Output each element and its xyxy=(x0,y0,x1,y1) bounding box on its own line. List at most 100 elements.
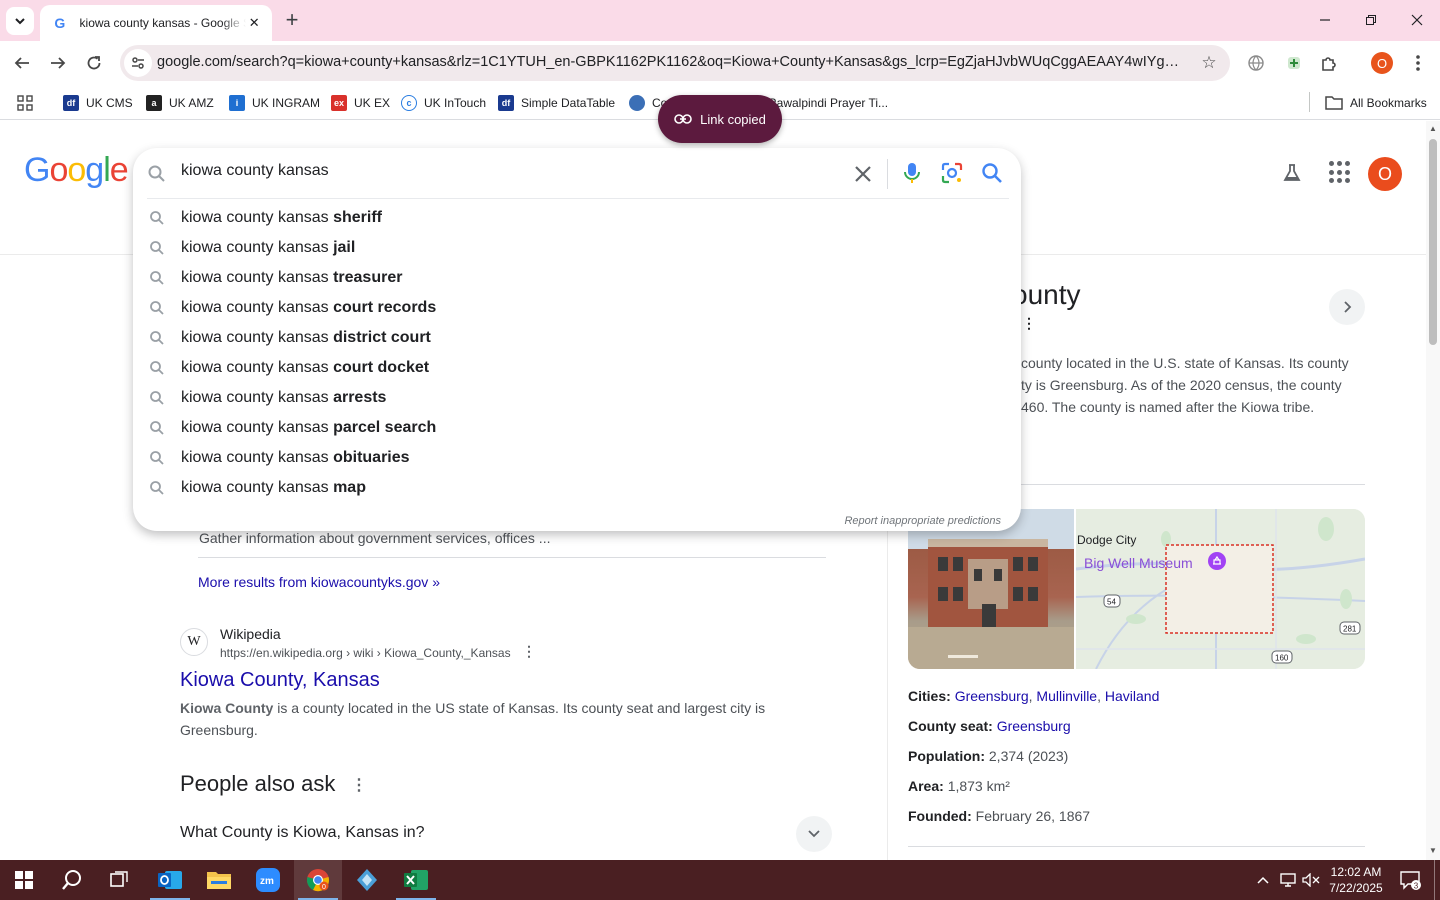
taskbar-excel[interactable] xyxy=(392,860,440,900)
search-input[interactable] xyxy=(181,162,841,180)
county-seat-link[interactable]: Greensburg xyxy=(997,718,1071,734)
translate-globe-icon[interactable] xyxy=(1240,47,1272,79)
column-divider xyxy=(887,509,888,860)
bookmark-rawalpindi-prayer[interactable]: Rawalpindi Prayer Ti... xyxy=(768,92,888,114)
scroll-up-icon[interactable]: ▲ xyxy=(1428,124,1438,134)
more-results-link[interactable]: More results from kiowacountyks.gov » xyxy=(198,574,440,590)
back-button[interactable] xyxy=(6,47,38,79)
city-link-greensburg[interactable]: Greensburg xyxy=(955,688,1029,704)
bookmark-uk-cms[interactable]: df UK CMS xyxy=(63,92,133,114)
page-scrollbar[interactable]: ▲ ▼ xyxy=(1426,121,1440,860)
tab-search-button[interactable] xyxy=(6,7,34,35)
suggestion-item[interactable]: kiowa county kansas court docket xyxy=(133,353,1021,383)
scrollbar-thumb[interactable] xyxy=(1429,139,1437,345)
knowledge-panel-description: county located in the U.S. state of Kans… xyxy=(1021,355,1349,415)
search-submit-icon[interactable] xyxy=(979,160,1005,186)
courthouse-photo[interactable] xyxy=(908,509,1074,669)
more-options-icon[interactable]: ⋮ xyxy=(1022,315,1036,332)
clear-search-icon[interactable] xyxy=(849,160,877,188)
bookmark-simple-datatable[interactable]: df Simple DataTable xyxy=(498,92,615,114)
reload-button[interactable] xyxy=(78,47,110,79)
tab-strip: G kiowa county kansas - Google Search ✕ … xyxy=(0,0,1440,41)
suggestion-item[interactable]: kiowa county kansas map xyxy=(133,473,1021,503)
extension-plus-icon[interactable] xyxy=(1278,47,1310,79)
suggestion-item[interactable]: kiowa county kansas court records xyxy=(133,293,1021,323)
taskbar-chrome[interactable]: 0 xyxy=(294,860,342,900)
more-options-icon[interactable]: ⋮ xyxy=(351,775,367,795)
taskbar-zoom[interactable]: zm xyxy=(244,860,292,900)
bookmark-uk-amz[interactable]: a UK AMZ xyxy=(146,92,214,114)
search-icon xyxy=(150,331,164,345)
bookmark-uk-ex[interactable]: ex UK EX xyxy=(331,92,390,114)
bookmark-uk-ingram[interactable]: i UK INGRAM xyxy=(229,92,320,114)
search-icon xyxy=(148,165,165,182)
report-predictions-link[interactable]: Report inappropriate predictions xyxy=(844,515,1001,527)
close-tab-icon[interactable]: ✕ xyxy=(246,15,262,31)
show-desktop-button[interactable] xyxy=(1434,860,1440,900)
all-bookmarks-folder[interactable]: All Bookmarks xyxy=(1325,92,1427,114)
route-281-label: 281 xyxy=(1343,625,1357,634)
search-labs-icon[interactable] xyxy=(1280,161,1304,185)
taskbar-outlook[interactable] xyxy=(146,860,194,900)
result-site-name[interactable]: Wikipedia xyxy=(220,626,281,642)
city-link-haviland[interactable]: Haviland xyxy=(1105,688,1159,704)
forward-button[interactable] xyxy=(42,47,74,79)
suggestion-item[interactable]: kiowa county kansas district court xyxy=(133,323,1021,353)
close-window-button[interactable] xyxy=(1394,0,1440,40)
result-snippet: Kiowa County is a county located in the … xyxy=(180,700,766,738)
arrow-right-icon xyxy=(51,57,66,69)
task-view-button[interactable] xyxy=(96,860,144,900)
apps-grid-icon[interactable] xyxy=(16,92,34,114)
minimize-button[interactable] xyxy=(1302,0,1348,40)
volume-muted-icon[interactable] xyxy=(1300,860,1322,900)
site-settings-icon[interactable] xyxy=(124,49,152,77)
taskbar-search-button[interactable] xyxy=(48,860,96,900)
chrome-profile-badge: 0 xyxy=(322,884,326,891)
suggestion-item[interactable]: kiowa county kansas obituaries xyxy=(133,443,1021,473)
account-avatar[interactable]: O xyxy=(1368,157,1402,191)
city-link-mullinville[interactable]: Mullinville xyxy=(1036,688,1097,704)
new-tab-button[interactable]: + xyxy=(280,7,304,32)
search-icon xyxy=(150,301,164,315)
knowledge-panel-next-button[interactable] xyxy=(1329,289,1365,325)
start-button[interactable] xyxy=(0,860,48,900)
address-bar[interactable]: google.com/search?q=kiowa+county+kansas&… xyxy=(120,45,1230,81)
tray-overflow-icon[interactable] xyxy=(1252,860,1274,900)
scroll-down-icon[interactable]: ▼ xyxy=(1428,846,1438,856)
knowledge-panel-images: Dodge City Big Well Museum 54 281 160 xyxy=(908,509,1365,669)
taskbar-app-diamond[interactable] xyxy=(343,860,391,900)
suggestion-item[interactable]: kiowa county kansas arrests xyxy=(133,383,1021,413)
google-favicon-icon: G xyxy=(54,15,66,31)
paa-expand-button[interactable] xyxy=(796,816,832,852)
result-url[interactable]: https://en.wikipedia.org › wiki › Kiowa_… xyxy=(220,646,511,660)
tab-active[interactable]: G kiowa county kansas - Google Search ✕ xyxy=(40,5,272,41)
result-more-options-icon[interactable]: ⋮ xyxy=(522,643,536,660)
suggestion-item[interactable]: kiowa county kansas sheriff xyxy=(133,203,1021,233)
paa-question[interactable]: What County is Kiowa, Kansas in? xyxy=(180,824,425,842)
county-map[interactable]: Dodge City Big Well Museum 54 281 160 xyxy=(1075,509,1365,669)
suggestion-item[interactable]: kiowa county kansas parcel search xyxy=(133,413,1021,443)
google-logo[interactable]: Google xyxy=(24,151,129,190)
google-apps-icon[interactable] xyxy=(1329,161,1353,185)
google-lens-icon[interactable] xyxy=(939,160,965,186)
url-text[interactable]: google.com/search?q=kiowa+county+kansas&… xyxy=(157,54,1187,70)
minimize-icon xyxy=(1320,19,1330,21)
taskbar-file-explorer[interactable] xyxy=(195,860,243,900)
suggestion-item[interactable]: kiowa county kansas jail xyxy=(133,233,1021,263)
chevron-right-icon xyxy=(1344,301,1352,313)
bookmark-star-icon[interactable]: ☆ xyxy=(1198,52,1220,74)
suggestion-item[interactable]: kiowa county kansas treasurer xyxy=(133,263,1021,293)
knowledge-panel-title: ounty xyxy=(1012,279,1081,310)
system-clock[interactable]: 12:02 AM 7/22/2025 xyxy=(1322,864,1390,896)
restore-button[interactable] xyxy=(1348,0,1394,40)
chrome-menu-icon[interactable] xyxy=(1402,47,1434,79)
network-icon[interactable] xyxy=(1276,860,1300,900)
notification-center-button[interactable]: 3 xyxy=(1394,860,1426,900)
bookmark-uk-intouch[interactable]: c UK InTouch xyxy=(401,92,486,114)
microphone-icon[interactable] xyxy=(899,160,925,186)
reload-icon xyxy=(87,56,101,70)
profile-avatar[interactable]: O xyxy=(1371,52,1393,74)
result-title-link[interactable]: Kiowa County, Kansas xyxy=(180,669,380,692)
windows-start-icon xyxy=(15,871,33,889)
extensions-puzzle-icon[interactable] xyxy=(1313,47,1345,79)
